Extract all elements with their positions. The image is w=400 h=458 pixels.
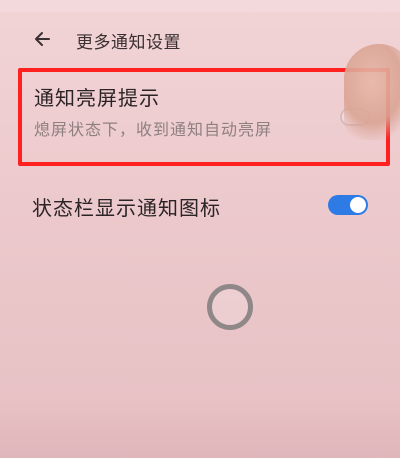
- status-bar: [0, 0, 400, 12]
- back-button[interactable]: [30, 26, 56, 52]
- setting-screen-wake-description: 熄屏状态下，收到通知自动亮屏: [34, 120, 273, 139]
- phone-screen: 更多通知设置 通知亮屏提示 熄屏状态下，收到通知自动亮屏 状态栏显示通知图标: [0, 0, 400, 458]
- setting-screen-wake-title: 通知亮屏提示: [34, 86, 160, 110]
- setting-status-bar-icon-title: 状态栏显示通知图标: [32, 196, 221, 220]
- toggle-knob: [350, 197, 366, 213]
- page-header: 更多通知设置: [0, 22, 400, 58]
- setting-status-bar-icon[interactable]: 状态栏显示通知图标: [18, 182, 390, 226]
- page-title: 更多通知设置: [76, 33, 181, 53]
- floating-home-button[interactable]: [207, 284, 253, 330]
- bottom-shade: [0, 400, 400, 458]
- screen-wake-toggle[interactable]: [340, 108, 370, 126]
- status-bar-icon-toggle[interactable]: [328, 195, 368, 215]
- back-arrow-icon: [35, 32, 50, 46]
- setting-screen-wake[interactable]: 通知亮屏提示 熄屏状态下，收到通知自动亮屏: [18, 68, 390, 166]
